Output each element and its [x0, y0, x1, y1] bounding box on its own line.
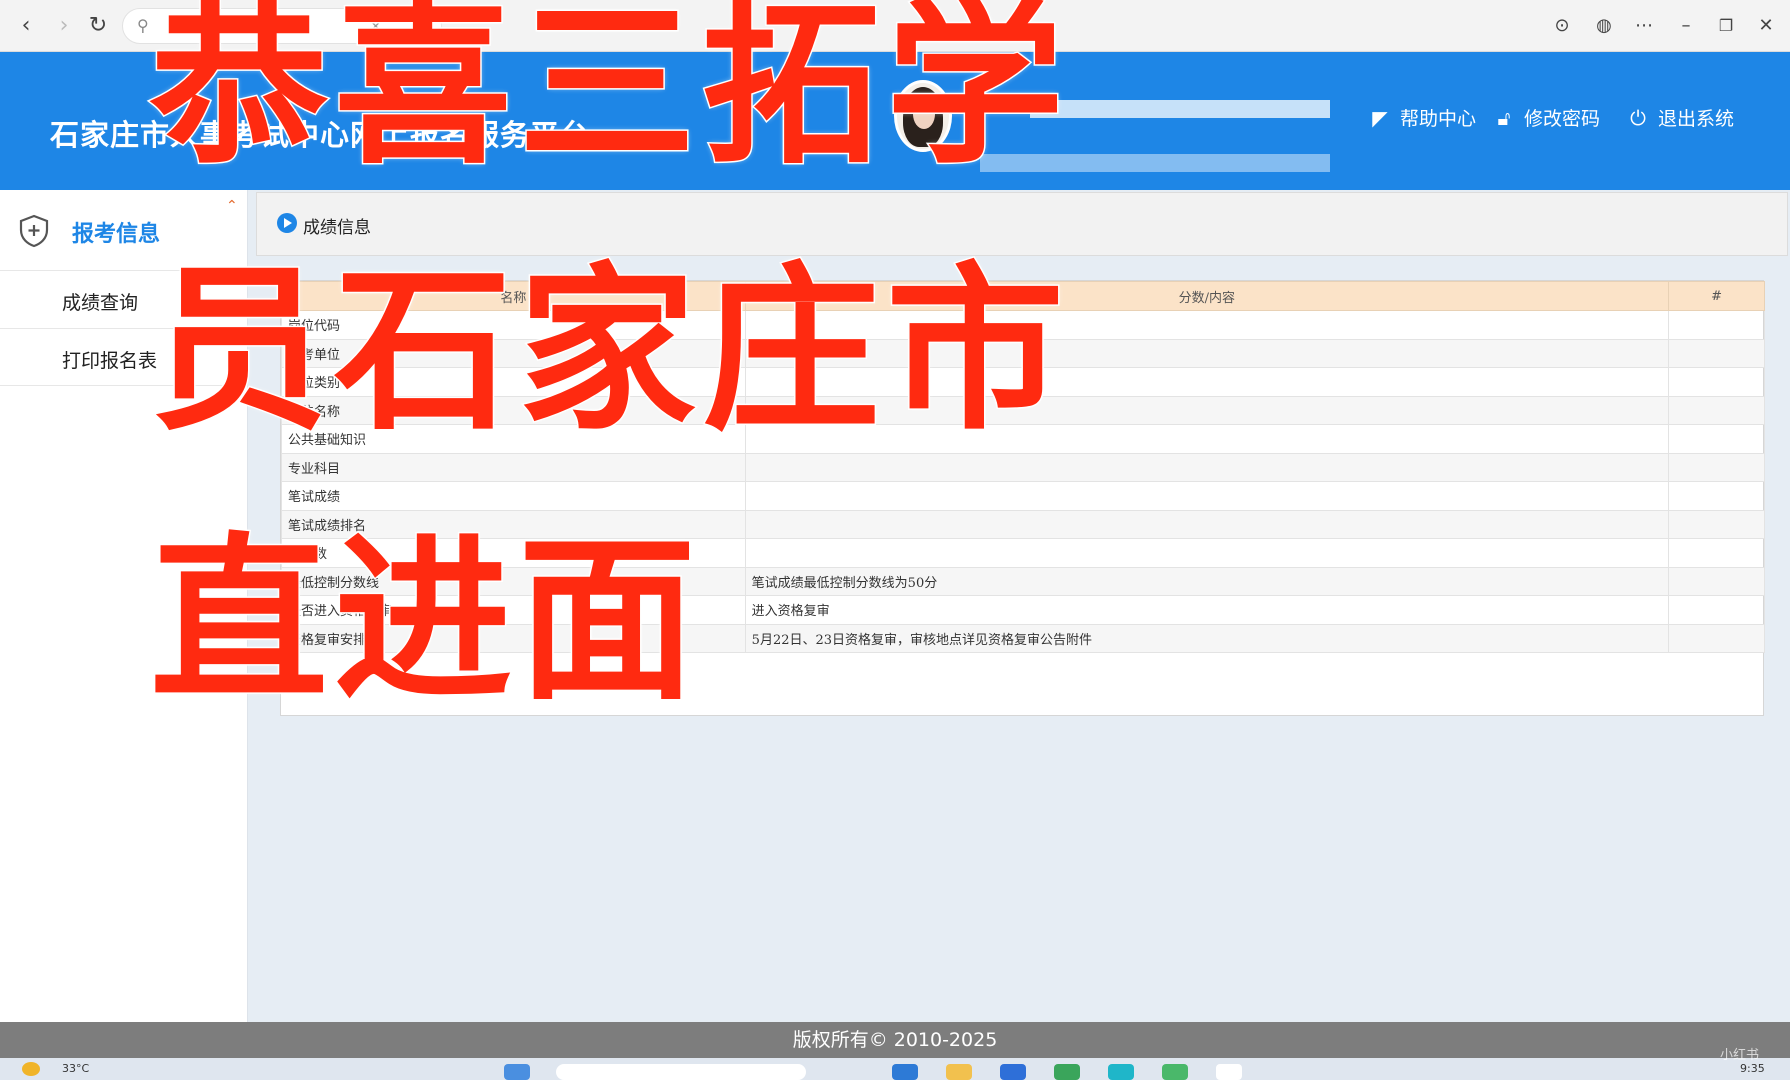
cell-index: [1668, 481, 1765, 511]
close-icon[interactable]: ✕: [1752, 12, 1780, 40]
cell-value: [744, 538, 1670, 568]
shield-icon: [19, 214, 49, 248]
clock[interactable]: 9:35: [1740, 1062, 1765, 1075]
help-center-link[interactable]: ◤ 帮助中心: [1368, 104, 1476, 131]
overlay-line-3: 直进面: [149, 517, 702, 724]
cell-value: 进入资格复审: [744, 595, 1670, 625]
watermark-logo: 小红书: [1720, 1048, 1760, 1063]
cell-index: [1668, 538, 1765, 568]
app-icon[interactable]: [1162, 1064, 1188, 1080]
sidebar-section-label: 报考信息: [72, 222, 161, 247]
cell-value: 5月22日、23日资格复审，审核地点详见资格复审公告附件: [744, 623, 1670, 653]
globe-icon[interactable]: ◍: [1590, 12, 1618, 40]
link-icon: ⚲: [137, 16, 149, 35]
overlay-line-2: 员石家庄市: [149, 247, 1070, 454]
redacted-name: [1030, 100, 1330, 118]
help-center-label: 帮助中心: [1400, 108, 1477, 130]
taskbar-search-input[interactable]: [556, 1064, 806, 1080]
cell-index: [1668, 310, 1765, 340]
start-icon[interactable]: [504, 1064, 530, 1080]
taskbar: 33°C 9:35 小红书: [0, 1048, 1790, 1080]
app-icon[interactable]: [1216, 1064, 1242, 1080]
cell-index: [1668, 595, 1765, 625]
cell-value: [744, 509, 1670, 539]
cell-value: [744, 481, 1670, 511]
cell-index: [1668, 367, 1765, 397]
cell-index: [1668, 623, 1765, 653]
overlay-line-1: 恭喜三拓学: [149, 0, 1070, 188]
app-icon[interactable]: [1108, 1064, 1134, 1080]
collapse-icon[interactable]: ⌃: [226, 198, 238, 214]
breadcrumb-label: 成绩信息: [303, 218, 371, 238]
logout-link[interactable]: ⏻ 退出系统: [1626, 104, 1734, 131]
app-icon[interactable]: [892, 1064, 918, 1080]
table-row: 专业科目: [281, 452, 1765, 482]
change-password-label: 修改密码: [1524, 108, 1601, 130]
help-icon: ◤: [1372, 105, 1388, 130]
cell-index: [1668, 338, 1765, 368]
forward-button[interactable]: ›: [50, 12, 78, 40]
logout-label: 退出系统: [1658, 108, 1735, 130]
cell-name: 笔试成绩: [281, 481, 746, 511]
cell-index: [1668, 566, 1765, 596]
cell-index: [1668, 424, 1765, 454]
screen: ‹ › ↻ ⚲ × ⌕ ⊙ ◍ ⋯ – ❐ ✕ 石家庄市人事考试中心网上报名服务…: [0, 0, 1790, 1080]
lock-icon: 🔓︎: [1497, 105, 1511, 130]
cell-index: [1668, 509, 1765, 539]
cell-index: [1668, 395, 1765, 425]
edge-icon[interactable]: [1000, 1064, 1026, 1080]
restore-icon[interactable]: ❐: [1712, 12, 1740, 40]
power-icon: ⏻: [1630, 105, 1646, 130]
table-row: 笔试成绩: [281, 481, 1765, 511]
change-password-link[interactable]: 🔓︎ 修改密码: [1492, 104, 1601, 131]
cell-name: 专业科目: [281, 452, 746, 482]
back-button[interactable]: ‹: [12, 12, 40, 40]
app-icon[interactable]: [1054, 1064, 1080, 1080]
play-icon: [277, 213, 297, 233]
download-icon[interactable]: ⊙: [1548, 12, 1576, 40]
weather-icon[interactable]: [22, 1062, 40, 1076]
cell-value: 笔试成绩最低控制分数线为50分: [744, 566, 1670, 596]
column-header-index: #: [1668, 281, 1765, 311]
folder-icon[interactable]: [946, 1064, 972, 1080]
cell-value: [744, 452, 1670, 482]
cell-index: [1668, 452, 1765, 482]
more-icon[interactable]: ⋯: [1630, 12, 1658, 40]
refresh-button[interactable]: ↻: [84, 12, 112, 40]
footer-copyright: 版权所有© 2010-2025: [0, 1022, 1790, 1058]
weather-label[interactable]: 33°C: [62, 1062, 89, 1075]
minimize-icon[interactable]: –: [1672, 12, 1700, 40]
